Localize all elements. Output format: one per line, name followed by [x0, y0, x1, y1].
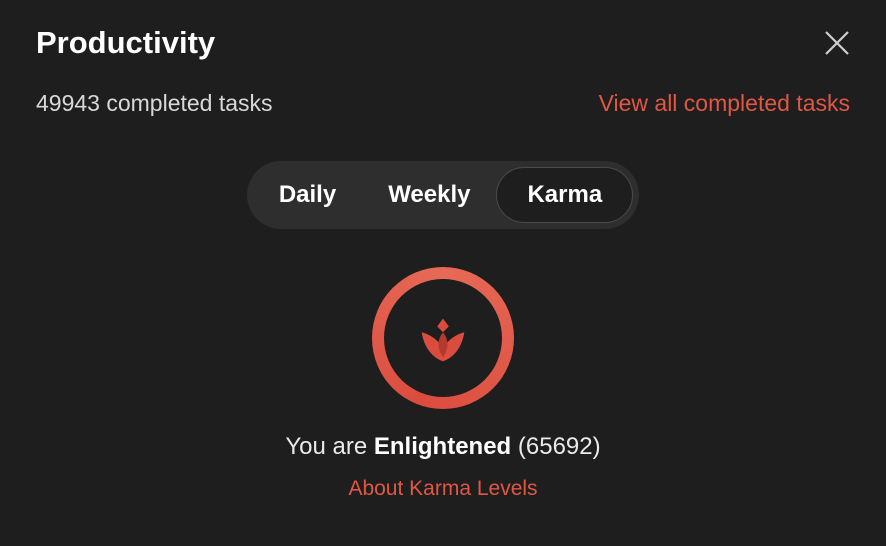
- karma-status-text: You are Enlightened (65692): [285, 433, 600, 461]
- karma-points-value: 65692: [526, 433, 593, 460]
- tabs-container: Daily Weekly Karma: [0, 161, 886, 229]
- close-button[interactable]: [818, 24, 856, 62]
- subheader: 49943 completed tasks View all completed…: [0, 72, 886, 117]
- tab-daily[interactable]: Daily: [253, 167, 362, 223]
- completed-count-label: completed tasks: [106, 90, 272, 116]
- tab-weekly[interactable]: Weekly: [362, 167, 496, 223]
- completed-count-value: 49943: [36, 90, 100, 116]
- completed-tasks-count: 49943 completed tasks: [36, 90, 273, 117]
- karma-progress-ring: [372, 267, 514, 409]
- karma-level-name: Enlightened: [374, 433, 511, 460]
- karma-points: (65692): [511, 433, 600, 460]
- karma-ring-inner: [384, 279, 502, 397]
- view-all-link[interactable]: View all completed tasks: [599, 90, 850, 117]
- tabs-group: Daily Weekly Karma: [247, 161, 639, 229]
- close-icon: [822, 28, 852, 58]
- karma-status-prefix: You are: [285, 433, 374, 460]
- flower-icon: [412, 307, 474, 369]
- tab-karma[interactable]: Karma: [496, 167, 633, 223]
- about-karma-link[interactable]: About Karma Levels: [348, 477, 537, 501]
- header: Productivity: [0, 0, 886, 72]
- page-title: Productivity: [36, 25, 215, 61]
- karma-section: You are Enlightened (65692) About Karma …: [0, 267, 886, 501]
